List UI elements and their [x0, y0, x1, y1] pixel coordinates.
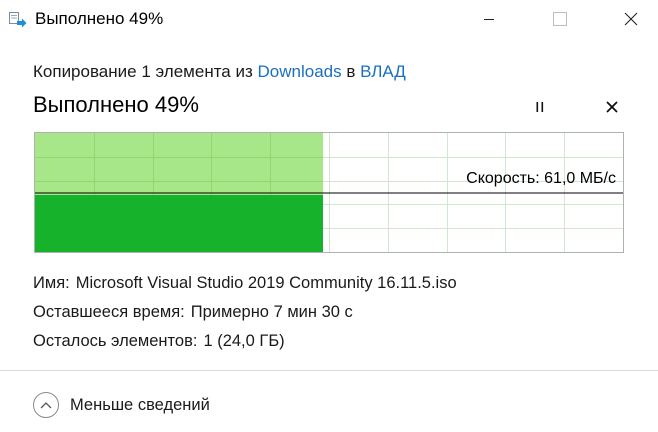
source-link[interactable]: Downloads — [258, 62, 342, 81]
close-icon — [624, 12, 638, 26]
detail-items-row: Осталось элементов: 1 (24,0 ГБ) — [33, 330, 457, 359]
fewer-details-button[interactable]: Меньше сведений — [33, 392, 210, 418]
cancel-icon — [606, 101, 618, 113]
speed-fill — [35, 195, 323, 252]
progress-title: Выполнено 49% — [33, 92, 199, 117]
title-bar: Выполнено 49% — [0, 0, 658, 38]
remaining-value: Примерно 7 мин 30 с — [190, 303, 353, 321]
pause-button[interactable] — [528, 96, 552, 118]
summary-prefix: Копирование 1 элемента из — [33, 62, 258, 81]
chevron-up-icon — [40, 402, 52, 409]
close-button[interactable] — [608, 0, 654, 38]
window-title: Выполнено 49% — [35, 9, 164, 28]
fewer-details-label: Меньше сведений — [70, 395, 210, 414]
name-value: Microsoft Visual Studio 2019 Community 1… — [75, 274, 457, 292]
maximize-icon — [553, 12, 567, 26]
pause-icon — [536, 102, 544, 112]
minimize-button[interactable] — [466, 0, 512, 38]
speed-graph-canvas — [35, 133, 623, 252]
operation-summary: Копирование 1 элемента из Downloads в ВЛ… — [33, 62, 406, 82]
maximize-button[interactable] — [537, 0, 583, 38]
name-label: Имя: — [33, 274, 70, 292]
summary-middle: в — [341, 62, 361, 81]
minimize-icon — [484, 19, 494, 20]
fewer-details-circle — [33, 392, 59, 418]
items-label: Осталось элементов: — [33, 332, 198, 350]
detail-remaining-row: Оставшееся время: Примерно 7 мин 30 с — [33, 301, 457, 330]
footer-divider — [0, 370, 658, 371]
remaining-label: Оставшееся время: — [33, 303, 185, 321]
items-value: 1 (24,0 ГБ) — [203, 332, 285, 350]
cancel-button[interactable] — [600, 96, 624, 118]
transfer-speed-graph — [34, 132, 624, 253]
details-panel: Имя: Microsoft Visual Studio 2019 Communi… — [33, 272, 457, 359]
destination-link[interactable]: ВЛАД — [360, 62, 406, 81]
copy-arrow-icon — [9, 12, 27, 28]
speed-label: Скорость: 61,0 МБ/с — [466, 170, 616, 187]
detail-name-row: Имя: Microsoft Visual Studio 2019 Communi… — [33, 272, 457, 301]
